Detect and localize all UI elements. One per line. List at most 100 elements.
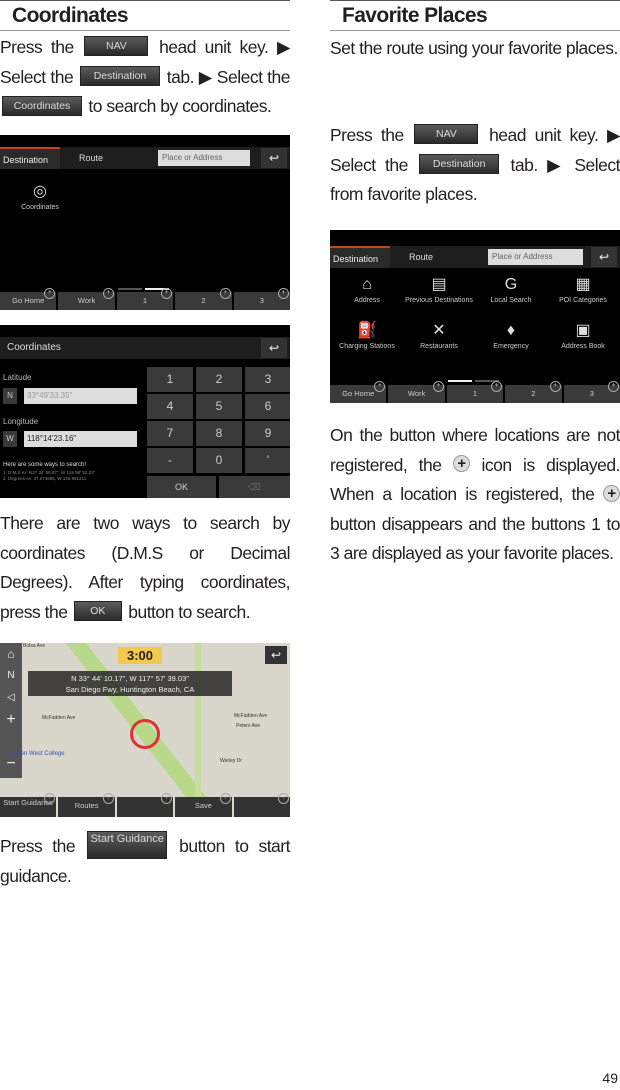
favorite-work[interactable]: Work: [58, 288, 115, 310]
search-input[interactable]: Place or Address: [158, 150, 250, 166]
lon-direction-button[interactable]: W: [3, 431, 17, 447]
intro-paragraph: Set the route using your favorite places…: [330, 38, 618, 58]
keypad-key[interactable]: 7: [147, 421, 193, 446]
back-icon[interactable]: ↩: [261, 338, 287, 358]
keypad-key[interactable]: 3: [245, 367, 290, 392]
latitude-input[interactable]: 33°49'33.35": [24, 388, 137, 404]
lat-direction-button[interactable]: N: [3, 388, 17, 404]
section-heading: Favorite Places: [330, 0, 620, 31]
keypad-key[interactable]: 6: [245, 394, 290, 419]
text: to search by coordinates.: [88, 96, 272, 117]
map-controls: ⌂ N ◁ + −: [0, 643, 22, 778]
menu-item-label: Local Search: [490, 297, 532, 304]
menu-item[interactable]: ♦ Emergency: [475, 322, 547, 351]
menu-item[interactable]: ⛽ Charging Stations: [331, 322, 403, 351]
favorite-2[interactable]: 2: [175, 288, 232, 310]
keypad-key[interactable]: -: [147, 448, 193, 473]
map-button[interactable]: [233, 793, 290, 817]
back-icon[interactable]: ↩: [591, 247, 617, 267]
back-icon[interactable]: ↩: [265, 646, 287, 664]
globe-icon: ◎: [33, 183, 47, 200]
favorite-work[interactable]: Work: [388, 381, 445, 403]
map-screenshot: ⌂ N ◁ + − 3:00 N 33° 44' 10.17", W 117° …: [0, 643, 290, 817]
page-number: 49: [602, 1070, 618, 1086]
text: Press the: [330, 125, 404, 145]
ok-button-image: OK: [73, 601, 122, 622]
map-button[interactable]: [116, 793, 174, 817]
search-input[interactable]: Place or Address: [488, 249, 583, 265]
coordinates-section: Coordinates Press the NAV head unit key.…: [0, 0, 291, 886]
page-indicator: [118, 282, 172, 290]
hint-title: Here are some ways to search!: [3, 462, 87, 468]
tab-destination[interactable]: Destination: [0, 147, 60, 169]
keypad-key[interactable]: ': [245, 448, 290, 473]
hint-line: 1. D.M.S ex: N37 34' 58.87", W 126 58' 5…: [3, 470, 96, 475]
menu-item[interactable]: ⌂ Address: [331, 276, 403, 305]
text: Press the: [0, 836, 76, 856]
routes-button[interactable]: Routes: [58, 793, 115, 817]
favorite-2[interactable]: 2: [505, 381, 562, 403]
menu-item-label: Address Book: [561, 343, 605, 350]
start-guidance-button[interactable]: Start Guidance: [0, 793, 57, 817]
keypad-key[interactable]: 1: [147, 367, 193, 392]
favorite-1[interactable]: 1: [446, 381, 504, 403]
tab-bar: Destination Route Place or Address ↩: [0, 147, 290, 169]
longitude-input[interactable]: 118°14'23.16": [24, 431, 137, 447]
favorite-1[interactable]: 1: [116, 288, 174, 310]
page-indicator: [448, 374, 502, 382]
keypad-key[interactable]: 8: [196, 421, 242, 446]
keypad-key[interactable]: 2: [196, 367, 242, 392]
time-display: 3:00: [118, 647, 162, 664]
keypad-key[interactable]: 9: [245, 421, 290, 446]
save-button[interactable]: Save: [175, 793, 232, 817]
menu-item-label: Emergency: [493, 343, 529, 350]
tab-route[interactable]: Route: [406, 246, 433, 268]
favorite-go-home[interactable]: Go Home: [0, 288, 57, 310]
label: Coordinates: [21, 204, 59, 211]
favorite-3[interactable]: 3: [563, 381, 620, 403]
coordinates-entry-screenshot: Coordinates ↩ Latitude N 33°49'33.35" Lo…: [0, 325, 290, 498]
destination-menu-screenshot: Destination Route Place or Address ↩ ⌂ Ad…: [330, 230, 620, 403]
menu-item-icon: ▦: [575, 276, 591, 293]
north-icon[interactable]: N: [0, 665, 22, 687]
menu-item[interactable]: ✕ Restaurants: [403, 322, 475, 351]
street-label: Peters Ave: [236, 723, 261, 729]
favorites-bar: Go Home Work 1 2 3: [330, 381, 620, 403]
street-label: McFadden Ave: [42, 715, 76, 721]
instruction-paragraph: Press the Start Guidance button to start…: [0, 831, 290, 891]
menu-item[interactable]: ▤ Previous Destinations: [403, 276, 475, 305]
latitude-label: Latitude: [3, 373, 32, 382]
nav-key-image: NAV: [84, 36, 149, 57]
home-icon[interactable]: ⌂: [0, 643, 22, 665]
favorite-places-section: Favorite Places Set the route using your…: [330, 0, 620, 563]
menu-item[interactable]: G Local Search: [475, 276, 547, 305]
destination-marker-icon: [130, 719, 160, 749]
zoom-in-icon[interactable]: +: [0, 709, 22, 731]
favorite-go-home[interactable]: Go Home: [330, 381, 387, 403]
keypad-key[interactable]: 5: [196, 394, 242, 419]
menu-item[interactable]: ▣ Address Book: [547, 322, 619, 351]
add-icon: +: [452, 455, 470, 473]
title-bar: Coordinates ↩: [0, 337, 290, 359]
delete-key[interactable]: ⌫: [219, 476, 290, 498]
favorite-3[interactable]: 3: [233, 288, 290, 310]
sound-icon[interactable]: ◁: [0, 687, 22, 709]
tab-destination[interactable]: Destination: [330, 246, 390, 268]
coordinates-item[interactable]: ◎ Coordinates: [4, 183, 76, 212]
instruction-paragraph: There are two ways to search by coordina…: [0, 509, 291, 627]
back-icon[interactable]: ↩: [261, 148, 287, 168]
menu-item[interactable]: ▦ POI Categories: [547, 276, 619, 305]
tab-route[interactable]: Route: [76, 147, 103, 169]
text: Press the: [0, 37, 74, 57]
road: [195, 643, 201, 817]
location-info: N 33° 44' 10.17", W 117° 57' 39.03" San …: [28, 671, 232, 696]
keypad-key[interactable]: 4: [147, 394, 193, 419]
ok-key[interactable]: OK: [147, 476, 216, 498]
street-label: Bolsa Ave: [23, 643, 46, 649]
keypad-key[interactable]: 0: [196, 448, 242, 473]
start-guidance-button-image: Start Guidance: [87, 831, 168, 860]
street-label: Warley Dr: [220, 758, 243, 764]
menu-item-icon: ⌂: [362, 276, 372, 293]
text: button to search.: [128, 601, 251, 622]
menu-item-icon: ✕: [432, 322, 446, 339]
